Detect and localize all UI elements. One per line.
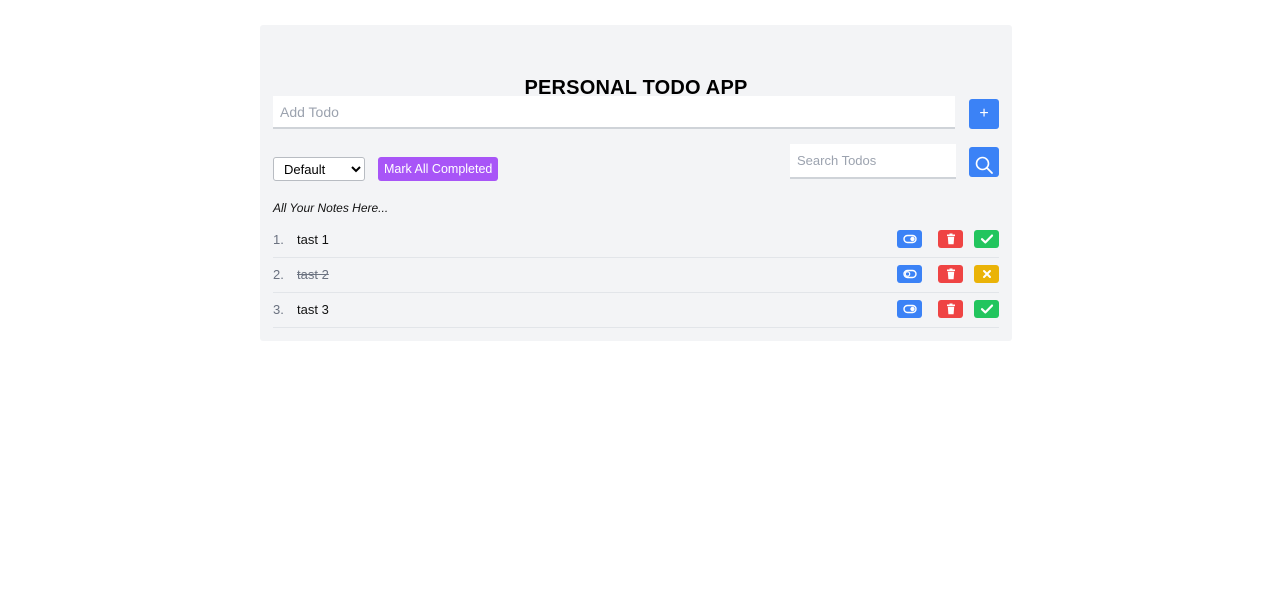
check-icon	[980, 304, 993, 314]
toggle-icon	[902, 304, 917, 314]
todo-item: 2. tast 2	[273, 258, 999, 293]
trash-icon	[946, 268, 955, 280]
add-todo-button[interactable]: +	[969, 99, 999, 129]
search-icon	[975, 156, 993, 174]
toggle-button[interactable]	[897, 300, 922, 318]
toggle-button[interactable]	[897, 265, 922, 283]
todo-item: 3. tast 3	[273, 293, 999, 328]
complete-button[interactable]	[974, 230, 999, 248]
delete-button[interactable]	[938, 265, 963, 283]
todo-number: 2.	[273, 267, 284, 282]
todo-text: tast 2	[297, 267, 329, 282]
sort-select[interactable]: Default	[273, 157, 365, 181]
todo-item: 1. tast 1	[273, 223, 999, 258]
delete-button[interactable]	[938, 230, 963, 248]
trash-icon	[946, 233, 955, 245]
todo-text: tast 1	[297, 232, 329, 247]
todo-list: 1. tast 1 2. tast 2 3. tast 3	[273, 223, 999, 328]
toggle-icon	[902, 234, 917, 244]
todo-number: 3.	[273, 302, 284, 317]
mark-all-completed-button[interactable]: Mark All Completed	[378, 157, 499, 181]
notes-label: All Your Notes Here...	[273, 201, 389, 215]
trash-icon	[946, 303, 955, 315]
toggle-icon	[902, 269, 917, 279]
delete-button[interactable]	[938, 300, 963, 318]
todo-card: PERSONAL TODO APP + Default Mark All Com…	[260, 25, 1012, 341]
search-input[interactable]	[790, 144, 956, 179]
complete-button[interactable]	[974, 300, 999, 318]
undo-complete-button[interactable]	[974, 265, 999, 283]
add-todo-input[interactable]	[273, 96, 955, 129]
todo-text: tast 3	[297, 302, 329, 317]
close-icon	[982, 270, 991, 278]
check-icon	[980, 234, 993, 244]
search-button[interactable]	[969, 147, 999, 177]
toggle-button[interactable]	[897, 230, 922, 248]
todo-number: 1.	[273, 232, 284, 247]
